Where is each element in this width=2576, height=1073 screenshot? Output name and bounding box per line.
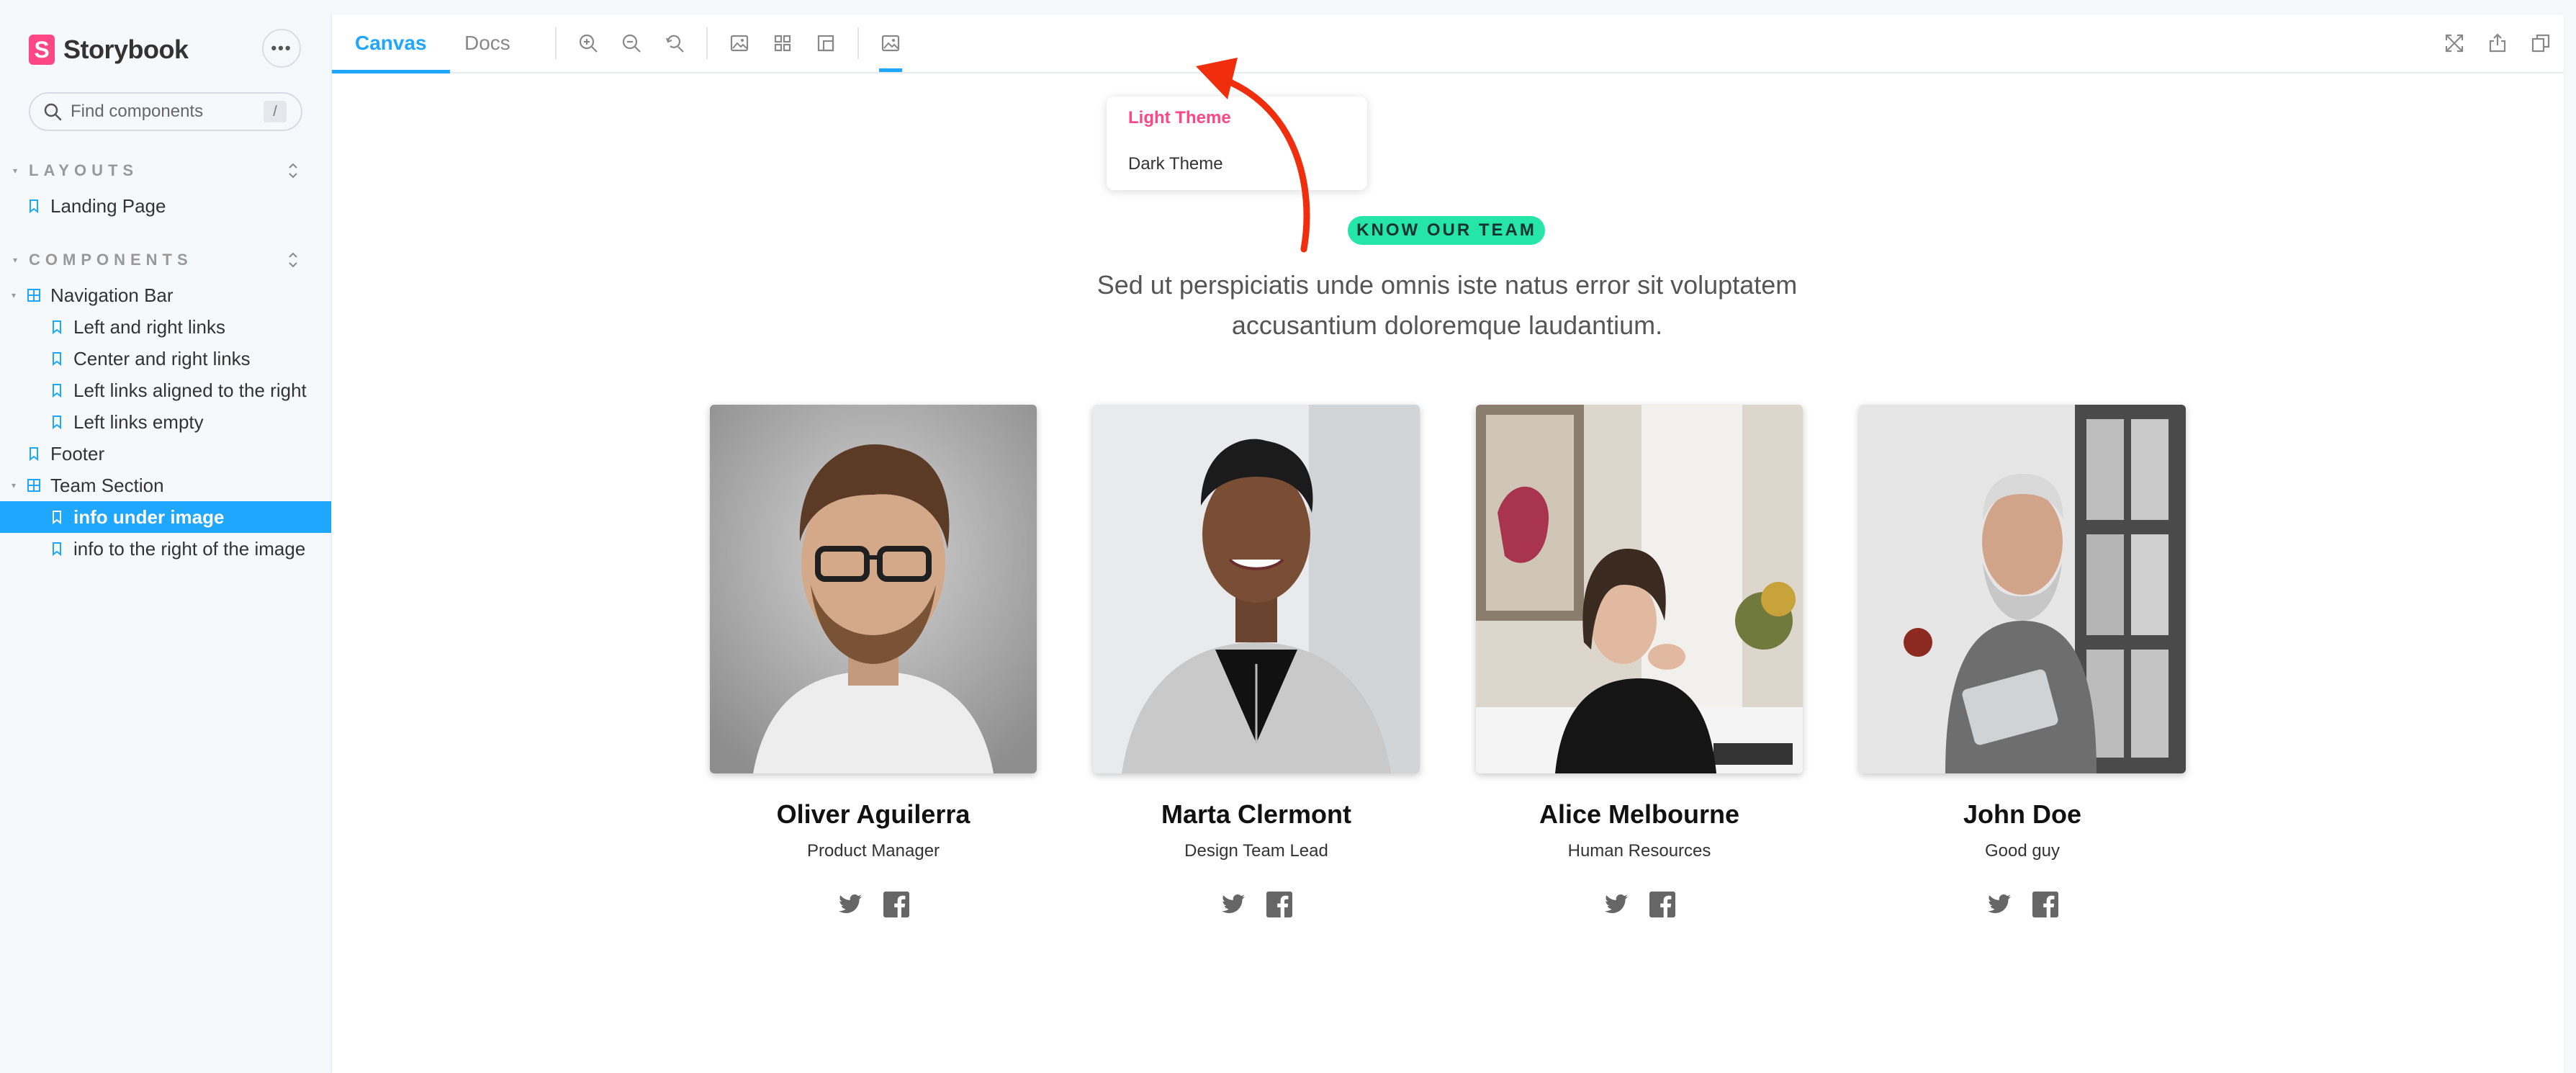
search-icon xyxy=(43,102,62,121)
zoom-reset-icon[interactable] xyxy=(662,30,688,56)
facebook-icon[interactable] xyxy=(1648,890,1677,919)
share-icon[interactable] xyxy=(2485,30,2510,56)
team-member-role: Product Manager xyxy=(806,841,940,861)
team-member-photo xyxy=(1859,405,2186,773)
caret-down-icon: ▾ xyxy=(13,166,18,176)
section-subtitle: Sed ut perspiciatis unde omnis iste natu… xyxy=(1037,265,1857,346)
sidebar-item-label: Center and right links xyxy=(73,347,251,369)
sidebar-item-label: Left links aligned to the right xyxy=(73,379,307,401)
caret-down-icon: ▾ xyxy=(12,480,17,490)
facebook-icon[interactable] xyxy=(882,890,911,919)
bookmark-icon xyxy=(49,351,65,367)
search-shortcut-key: / xyxy=(264,101,287,122)
sidebar-item-label: info under image xyxy=(73,506,225,528)
sidebar-item-label: Left and right links xyxy=(73,315,226,338)
group-title: COMPONENTS xyxy=(29,251,193,269)
sidebar-item-footer[interactable]: Footer xyxy=(26,439,104,468)
component-icon xyxy=(26,477,42,493)
tab-docs[interactable]: Docs xyxy=(464,14,510,72)
search-field[interactable]: Find components / xyxy=(29,92,302,131)
grid-icon[interactable] xyxy=(770,30,796,56)
team-member-name: John Doe xyxy=(1963,799,2081,829)
component-icon xyxy=(26,287,42,303)
team-member-photo xyxy=(1476,405,1803,773)
bookmark-icon xyxy=(26,198,42,214)
group-header-layouts[interactable]: ▾ LAYOUTS xyxy=(13,160,301,181)
twitter-icon[interactable] xyxy=(836,890,865,919)
sidebar-item-landing-page[interactable]: Landing Page xyxy=(26,192,166,220)
toolbar-divider xyxy=(857,27,859,59)
caret-down-icon: ▾ xyxy=(13,255,18,265)
brand-name: Storybook xyxy=(63,35,189,64)
team-member-photo xyxy=(710,405,1037,773)
sidebar-item-label: Team Section xyxy=(50,474,164,496)
team-member-role: Good guy xyxy=(1984,841,2061,861)
sidebar-item-label: Navigation Bar xyxy=(50,284,174,306)
sidebar-item-info-right-of-image[interactable]: info to the right of the image xyxy=(49,534,305,563)
group-title: LAYOUTS xyxy=(29,161,139,179)
twitter-icon[interactable] xyxy=(1602,890,1631,919)
team-member-name: Marta Clermont xyxy=(1161,799,1352,829)
sidebar-item-label: info to the right of the image xyxy=(73,537,306,560)
toolbar-divider xyxy=(555,27,557,59)
brand[interactable]: S Storybook xyxy=(29,33,189,66)
copy-icon[interactable] xyxy=(2528,30,2554,56)
sidebar-item-center-and-right-links[interactable]: Center and right links xyxy=(49,344,251,373)
team-member-photo xyxy=(1093,405,1420,773)
team-card: John Doe Good guy xyxy=(1859,405,2186,919)
twitter-icon[interactable] xyxy=(1985,890,2014,919)
sidebar-item-left-links-aligned-right[interactable]: Left links aligned to the right xyxy=(49,376,307,405)
sidebar-item-info-under-image[interactable]: info under image xyxy=(49,503,224,531)
bookmark-icon xyxy=(49,319,65,335)
sidebar-item-team-section[interactable]: ▾ Team Section xyxy=(12,471,164,500)
bookmark-icon xyxy=(49,414,65,430)
fullscreen-icon[interactable] xyxy=(2441,30,2467,56)
zoom-out-icon[interactable] xyxy=(618,30,644,56)
sidebar-item-label: Footer xyxy=(50,442,105,464)
team-member-name: Oliver Aguilerra xyxy=(776,799,970,829)
expand-collapse-icon[interactable] xyxy=(285,251,301,269)
bookmark-icon xyxy=(49,509,65,525)
storybook-logo-icon: S xyxy=(29,35,55,65)
preview-panel: Canvas Docs Light Theme Dark Theme xyxy=(331,14,2564,1073)
measure-icon[interactable] xyxy=(813,30,839,56)
sidebar-item-left-links-empty[interactable]: Left links empty xyxy=(49,408,204,436)
team-member-role: Human Resources xyxy=(1567,841,1711,861)
more-options-button[interactable]: ••• xyxy=(262,29,301,68)
team-card: Alice Melbourne Human Resources xyxy=(1476,405,1803,919)
team-card: Oliver Aguilerra Product Manager xyxy=(710,405,1037,919)
theme-icon[interactable] xyxy=(878,30,904,72)
annotation-arrow xyxy=(1196,58,1310,253)
tab-canvas[interactable]: Canvas xyxy=(332,14,450,73)
facebook-icon[interactable] xyxy=(1265,890,1294,919)
sidebar-item-label: Left links empty xyxy=(73,410,204,433)
team-card: Marta Clermont Design Team Lead xyxy=(1093,405,1420,919)
team-member-name: Alice Melbourne xyxy=(1539,799,1740,829)
facebook-icon[interactable] xyxy=(2031,890,2060,919)
expand-collapse-icon[interactable] xyxy=(285,161,301,180)
sidebar-item-navigation-bar[interactable]: ▾ Navigation Bar xyxy=(12,281,174,310)
bookmark-icon xyxy=(49,382,65,398)
sidebar: S Storybook ••• Find components / ▾ LAYO… xyxy=(0,0,331,1073)
group-header-components[interactable]: ▾ COMPONENTS xyxy=(13,249,301,271)
team-member-role: Design Team Lead xyxy=(1184,841,1328,861)
toolbar: Canvas Docs xyxy=(332,14,2564,73)
subtitle-line: Sed ut perspiciatis unde omnis iste natu… xyxy=(1096,270,1798,300)
caret-down-icon: ▾ xyxy=(12,290,17,300)
section-badge: KNOW OUR TEAM xyxy=(1348,216,1545,245)
sidebar-item-label: Landing Page xyxy=(50,194,166,217)
bookmark-icon xyxy=(49,541,65,557)
zoom-in-icon[interactable] xyxy=(575,30,601,56)
twitter-icon[interactable] xyxy=(1219,890,1248,919)
toolbar-divider xyxy=(706,27,708,59)
subtitle-line: accusantium doloremque laudantium. xyxy=(1231,310,1663,340)
bookmark-icon xyxy=(26,446,42,462)
sidebar-item-left-and-right-links[interactable]: Left and right links xyxy=(49,313,225,341)
background-icon[interactable] xyxy=(726,30,752,56)
search-placeholder: Find components xyxy=(71,102,204,121)
